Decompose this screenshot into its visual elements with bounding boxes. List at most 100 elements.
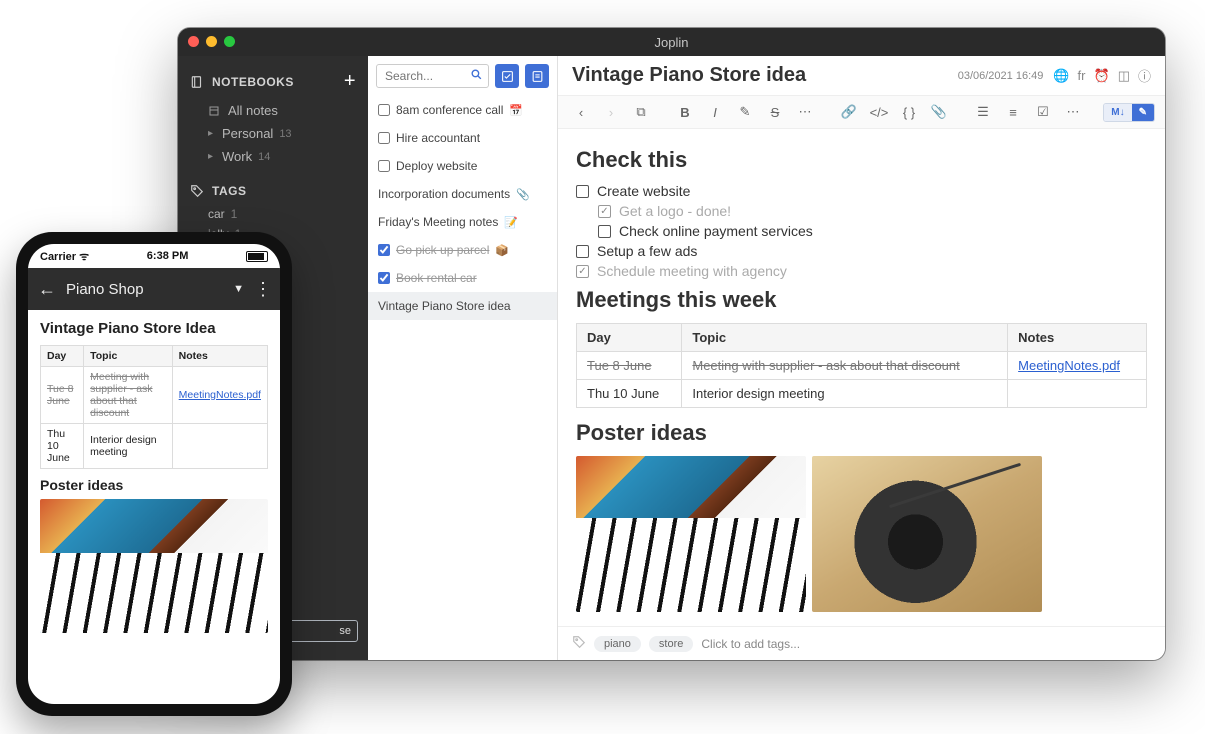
todo-checkbox[interactable] [378, 104, 390, 116]
phone-meetings-table: Day Topic Notes Tue 8 JuneMeeting with s… [40, 345, 268, 469]
notes-link[interactable]: MeetingNotes.pdf [179, 389, 261, 401]
todo-checkbox[interactable] [378, 272, 390, 284]
note-list-title: Incorporation documents [378, 187, 510, 201]
back-button[interactable]: ← [38, 279, 56, 300]
dropdown-icon[interactable]: ▼ [233, 283, 244, 295]
checkbox-icon[interactable] [598, 205, 611, 218]
note-list-title: Hire accountant [396, 131, 480, 145]
checkbox-icon[interactable] [598, 225, 611, 238]
phone-mockup: Carrier 6:38 PM ← Piano Shop ▼ ⋮ Vintage… [16, 232, 292, 716]
checklist-item[interactable]: Get a logo - done! [598, 203, 1147, 219]
note-list: 8am conference call📅 Hire accountant Deplo… [368, 56, 558, 660]
note-list-item[interactable]: Vintage Piano Store idea [368, 292, 557, 320]
notes-link[interactable]: MeetingNotes.pdf [1018, 358, 1120, 373]
phone-heading-posters: Poster ideas [40, 477, 268, 493]
italic-button[interactable]: I [702, 100, 728, 124]
note-emoji-icon: 📝 [504, 216, 518, 229]
codeblock-button[interactable]: { } [896, 100, 922, 124]
layout-icon[interactable]: ◫ [1118, 68, 1130, 84]
nav-back-button[interactable]: ‹ [568, 100, 594, 124]
note-list-item[interactable]: Go pick up parcel 📦 [368, 236, 557, 264]
more-format-button[interactable]: ⋯ [792, 100, 818, 124]
checklist-item[interactable]: Setup a few ads [576, 243, 1147, 259]
richtext-mode[interactable]: ✎ [1132, 104, 1154, 121]
more-button[interactable]: ⋯ [1060, 100, 1086, 124]
desktop-window: Joplin NOTEBOOKS + All notes ▸ Personal … [178, 28, 1165, 660]
bold-button[interactable]: B [672, 100, 698, 124]
editor-mode-toggle[interactable]: M↓ ✎ [1103, 103, 1155, 122]
note-list-item[interactable]: Incorporation documents 📎 [368, 180, 557, 208]
todo-checkbox[interactable] [378, 244, 390, 256]
phone-header: ← Piano Shop ▼ ⋮ [28, 268, 280, 310]
maximize-icon[interactable] [224, 36, 235, 47]
note-list-title: Book rental car [396, 271, 477, 285]
attach-button[interactable]: 📎 [926, 100, 952, 124]
todo-checkbox[interactable] [378, 132, 390, 144]
heading-posters: Poster ideas [576, 420, 1147, 446]
table-row: Tue 8 JuneMeeting with supplier - ask ab… [577, 352, 1147, 380]
phone-poster-image [40, 499, 268, 633]
add-notebook-button[interactable]: + [344, 70, 356, 93]
highlight-button[interactable]: ✎ [732, 100, 758, 124]
external-link-icon[interactable]: ⧉ [628, 100, 654, 124]
bullet-list-button[interactable]: ☰ [970, 100, 996, 124]
tags-label: TAGS [212, 184, 246, 198]
heading-meetings: Meetings this week [576, 287, 1147, 313]
note-list-item[interactable]: Hire accountant [368, 124, 557, 152]
search-box [376, 64, 489, 88]
code-button[interactable]: </> [866, 100, 892, 124]
phone-header-title[interactable]: Piano Shop [66, 281, 144, 298]
th-notes: Notes [1008, 324, 1147, 352]
info-icon[interactable]: ⓘ [1138, 66, 1151, 85]
heading-check: Check this [576, 147, 1147, 173]
phone-note-body[interactable]: Vintage Piano Store Idea Day Topic Notes… [28, 310, 280, 704]
phone-time: 6:38 PM [147, 250, 189, 262]
link-button[interactable]: 🔗 [836, 100, 862, 124]
checkbox-icon[interactable] [576, 265, 589, 278]
nav-forward-button[interactable]: › [598, 100, 624, 124]
checklist-text: Create website [597, 183, 690, 199]
number-list-button[interactable]: ≡ [1000, 100, 1026, 124]
th-day: Day [577, 324, 682, 352]
new-note-button[interactable] [525, 64, 549, 88]
close-icon[interactable] [188, 36, 199, 47]
tag-icon [572, 635, 586, 652]
note-content[interactable]: Check this Create website Get a logo - do… [558, 129, 1165, 660]
editor-toolbar: ‹ › ⧉ B I ✎ S ⋯ 🔗 </> { } 📎 ☰ ≡ ☑ ⋯ [558, 95, 1165, 129]
checklist-item[interactable]: Create website [576, 183, 1147, 199]
new-todo-button[interactable] [495, 64, 519, 88]
note-emoji-icon: 📎 [516, 188, 530, 201]
search-icon[interactable] [470, 68, 483, 86]
note-title[interactable]: Vintage Piano Store idea [572, 64, 948, 87]
sidebar-all-notes[interactable]: All notes [178, 99, 368, 122]
note-list-item[interactable]: Book rental car [368, 264, 557, 292]
carrier-label: Carrier [40, 249, 89, 264]
note-list-item[interactable]: Deploy website [368, 152, 557, 180]
alarm-icon[interactable]: ⏰ [1094, 68, 1110, 84]
battery-icon [246, 251, 268, 262]
note-list-title: Friday's Meeting notes [378, 215, 498, 229]
check-list-button[interactable]: ☑ [1030, 100, 1056, 124]
more-icon[interactable]: ⋮ [254, 279, 270, 300]
todo-checkbox[interactable] [378, 160, 390, 172]
checklist-item[interactable]: Check online payment services [598, 223, 1147, 239]
tag-chip-piano[interactable]: piano [594, 636, 641, 652]
note-list-item[interactable]: Friday's Meeting notes 📝 [368, 208, 557, 236]
lang-label[interactable]: fr [1078, 68, 1086, 83]
markdown-mode[interactable]: M↓ [1104, 104, 1131, 121]
tag-chip-store[interactable]: store [649, 636, 693, 652]
sidebar-tag-car[interactable]: car1 [178, 204, 368, 224]
note-list-item[interactable]: 8am conference call📅 [368, 96, 557, 124]
note-emoji-icon: 📦 [495, 244, 509, 257]
add-tag-prompt[interactable]: Click to add tags... [701, 637, 800, 651]
checklist-text: Check online payment services [619, 223, 813, 239]
note-list-title: Go pick up parcel [396, 243, 489, 257]
checkbox-icon[interactable] [576, 185, 589, 198]
globe-icon[interactable]: 🌐 [1053, 68, 1069, 84]
checkbox-icon[interactable] [576, 245, 589, 258]
checklist-item[interactable]: Schedule meeting with agency [576, 263, 1147, 279]
sidebar-notebook-work[interactable]: ▸ Work 14 [178, 145, 368, 168]
minimize-icon[interactable] [206, 36, 217, 47]
strike-button[interactable]: S [762, 100, 788, 124]
sidebar-notebook-personal[interactable]: ▸ Personal 13 [178, 122, 368, 145]
